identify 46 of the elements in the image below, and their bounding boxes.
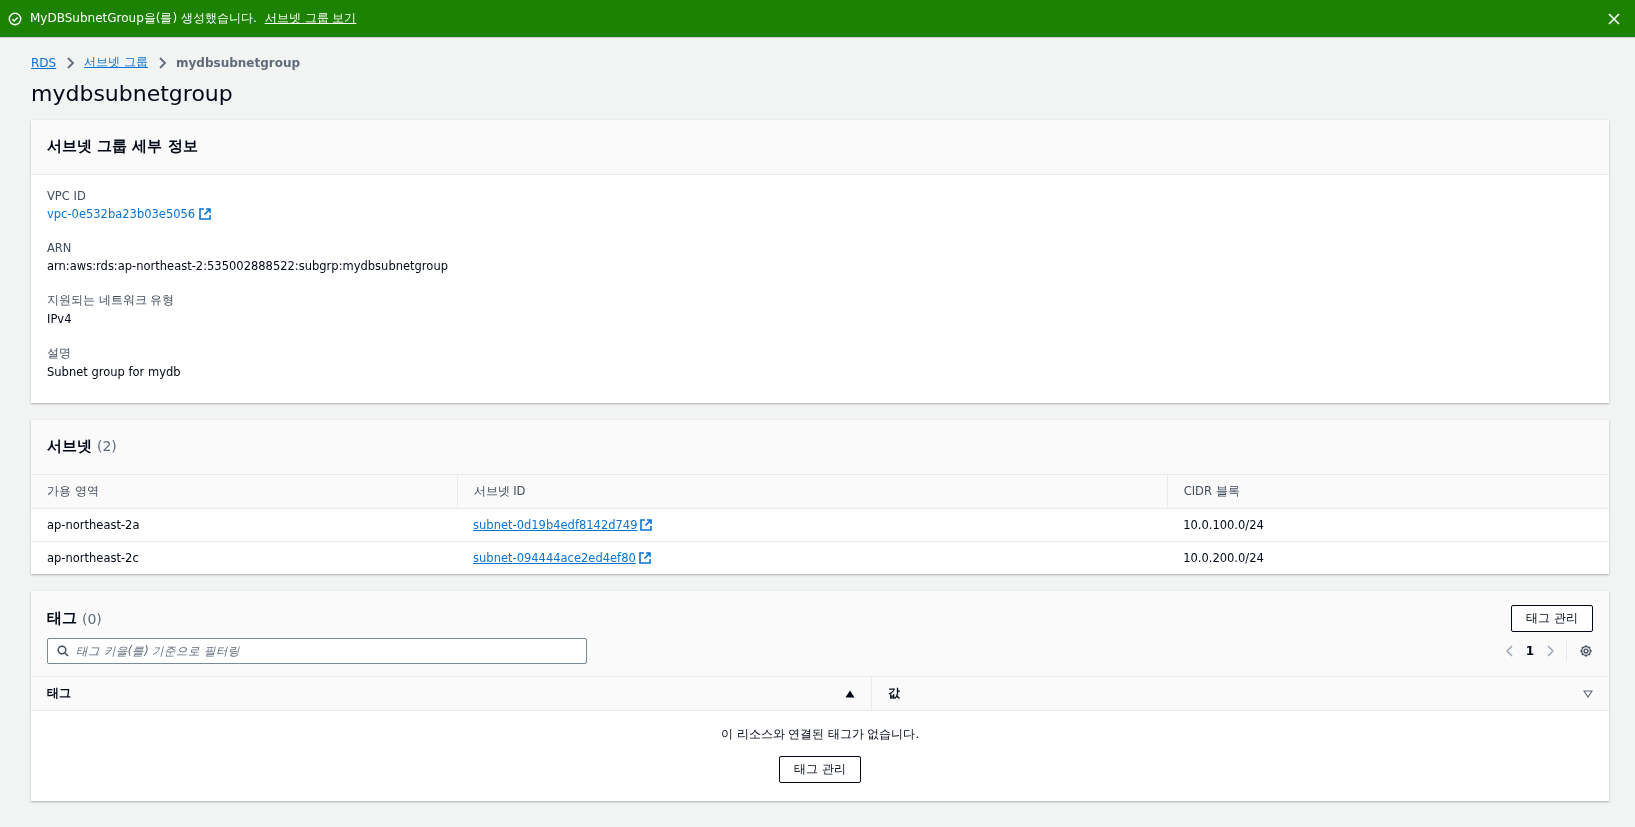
field-label: 설명 <box>47 346 72 361</box>
sort-icon[interactable] <box>1583 689 1593 698</box>
table-cell: ap-northeast-2c <box>31 541 458 574</box>
field-value: Subnet group for mydb <box>47 365 181 379</box>
external-link-icon <box>638 552 651 564</box>
tag-count: (0) <box>82 610 102 627</box>
column-header: 가용 영역 <box>31 475 458 509</box>
column-header: 서브넷 ID <box>457 475 1168 509</box>
table-cell: 10.0.100.0/24 <box>1167 508 1609 542</box>
search-icon <box>57 645 69 657</box>
field-value: arn:aws:rds:ap-northeast-2:535002888522:subgrp:mydbsubnetgroup <box>47 259 448 273</box>
column-header[interactable]: 값 <box>888 686 900 701</box>
manage-tags-button[interactable]: 태그 관리 <box>1511 605 1593 632</box>
subnet-id-link[interactable]: subnet-094444ace2ed4ef80 <box>473 551 636 565</box>
view-subnet-group-link[interactable]: 서브넷 그룹 보기 <box>264 10 357 27</box>
field-label: VPC ID <box>47 189 87 203</box>
external-link-icon <box>199 208 212 220</box>
subnet-count: (2) <box>97 438 117 454</box>
close-icon[interactable] <box>1607 11 1621 26</box>
banner-message: MyDBSubnetGroup을(를) 생성했습니다. <box>30 10 257 27</box>
field-value: IPv4 <box>47 312 72 326</box>
sort-ascending-icon[interactable] <box>845 689 855 698</box>
card-title: 태그 <box>47 609 77 628</box>
chevron-right-icon <box>66 56 75 69</box>
search-field[interactable]: 태그 키을(를) 기준으로 필터링 <box>47 638 587 664</box>
field-label: 지원되는 네트워크 유형 <box>47 293 176 308</box>
table-cell: 10.0.200.0/24 <box>1167 541 1609 574</box>
field-label: ARN <box>47 241 73 255</box>
external-link-icon <box>640 519 653 531</box>
page-title: mydbsubnetgroup <box>31 81 234 106</box>
page-number[interactable]: 1 <box>1525 644 1534 658</box>
card-title: 서브넷 <box>47 437 92 456</box>
breadcrumb-current: mydbsubnetgroup <box>176 55 301 70</box>
card-title: 서브넷 그룹 세부 정보 <box>47 137 198 156</box>
column-header: CIDR 블록 <box>1167 475 1609 509</box>
manage-tags-button[interactable]: 태그 관리 <box>779 756 861 783</box>
check-circle-icon <box>8 11 22 26</box>
breadcrumb-link[interactable]: 서브넷 그룹 <box>84 54 149 71</box>
breadcrumb-link[interactable]: RDS <box>31 55 57 70</box>
table-cell: ap-northeast-2a <box>31 508 458 542</box>
subnet-id-link[interactable]: subnet-0d19b4edf8142d749 <box>473 518 638 532</box>
vpc-id-link[interactable]: vpc-0e532ba23b03e5056 <box>47 207 196 221</box>
empty-message: 이 리소스와 연결된 태그가 없습니다. <box>720 727 920 742</box>
settings-icon[interactable] <box>1579 644 1593 658</box>
chevron-right-icon <box>158 56 167 69</box>
column-header[interactable]: 태그 <box>47 686 71 701</box>
